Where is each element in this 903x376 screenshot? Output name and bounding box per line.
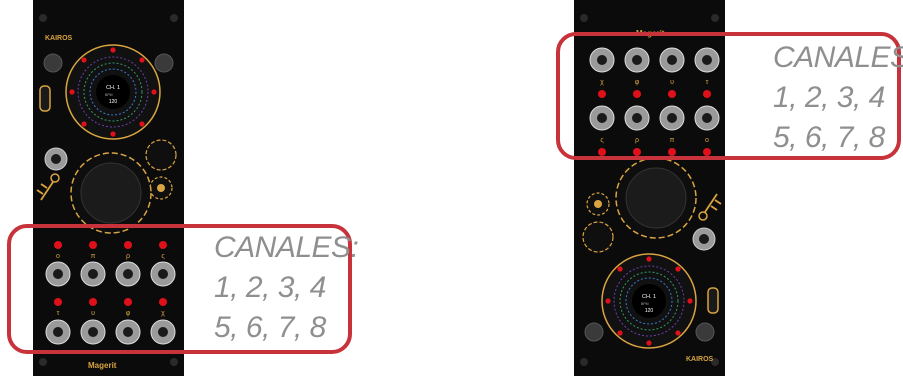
display-bpm-value: 120 xyxy=(645,308,654,314)
usb-port xyxy=(707,287,719,314)
led xyxy=(675,330,681,336)
footer-logo: Magerit xyxy=(88,361,117,370)
display-bpm-label: BPM xyxy=(641,302,649,306)
callout-line-2: 5, 6, 7, 8 xyxy=(214,311,326,344)
screw-icon xyxy=(39,14,47,22)
led xyxy=(69,89,75,95)
key-icon xyxy=(36,181,54,201)
main-knob[interactable] xyxy=(625,167,687,229)
led xyxy=(110,47,116,53)
led xyxy=(646,256,652,262)
led xyxy=(81,121,87,127)
button-left[interactable] xyxy=(584,322,604,342)
led xyxy=(110,131,116,137)
channel-callout-text: CANALES: 1, 2, 3, 4 5, 6, 7, 8 xyxy=(773,38,903,158)
callout-line-1: 1, 2, 3, 4 xyxy=(773,81,885,114)
display-bpm-value: 120 xyxy=(109,99,118,105)
brand-label: KAIROS xyxy=(686,356,714,363)
led xyxy=(617,330,623,336)
led xyxy=(617,266,623,272)
channel-callout-text: CANALES: 1, 2, 3, 4 5, 6, 7, 8 xyxy=(214,228,359,348)
led xyxy=(151,89,157,95)
screw-icon xyxy=(711,14,719,22)
screw-icon xyxy=(580,358,588,366)
button-right[interactable] xyxy=(695,322,715,342)
led xyxy=(646,340,652,346)
main-knob[interactable] xyxy=(80,162,142,224)
led xyxy=(81,57,87,63)
callout-title: CANALES: xyxy=(214,231,359,264)
usb-port xyxy=(39,85,51,112)
callout-title: CANALES: xyxy=(773,41,903,74)
led xyxy=(139,121,145,127)
button-left[interactable] xyxy=(43,53,63,73)
led xyxy=(139,57,145,63)
callout-line-1: 1, 2, 3, 4 xyxy=(214,271,326,304)
led xyxy=(687,298,693,304)
screw-icon xyxy=(170,14,178,22)
led xyxy=(675,266,681,272)
screw-icon xyxy=(580,14,588,22)
screw-icon xyxy=(39,358,47,366)
button-right[interactable] xyxy=(154,53,174,73)
gear-icon xyxy=(145,139,177,171)
gear-icon xyxy=(582,221,614,253)
display-channel: CH. 1 xyxy=(106,85,120,91)
key-icon xyxy=(704,193,722,213)
screw-icon xyxy=(170,358,178,366)
display-channel: CH. 1 xyxy=(642,294,656,300)
led xyxy=(605,298,611,304)
brand-label: KAIROS xyxy=(45,35,73,42)
display-bpm-label: BPM xyxy=(105,93,113,97)
callout-line-2: 5, 6, 7, 8 xyxy=(773,121,885,154)
